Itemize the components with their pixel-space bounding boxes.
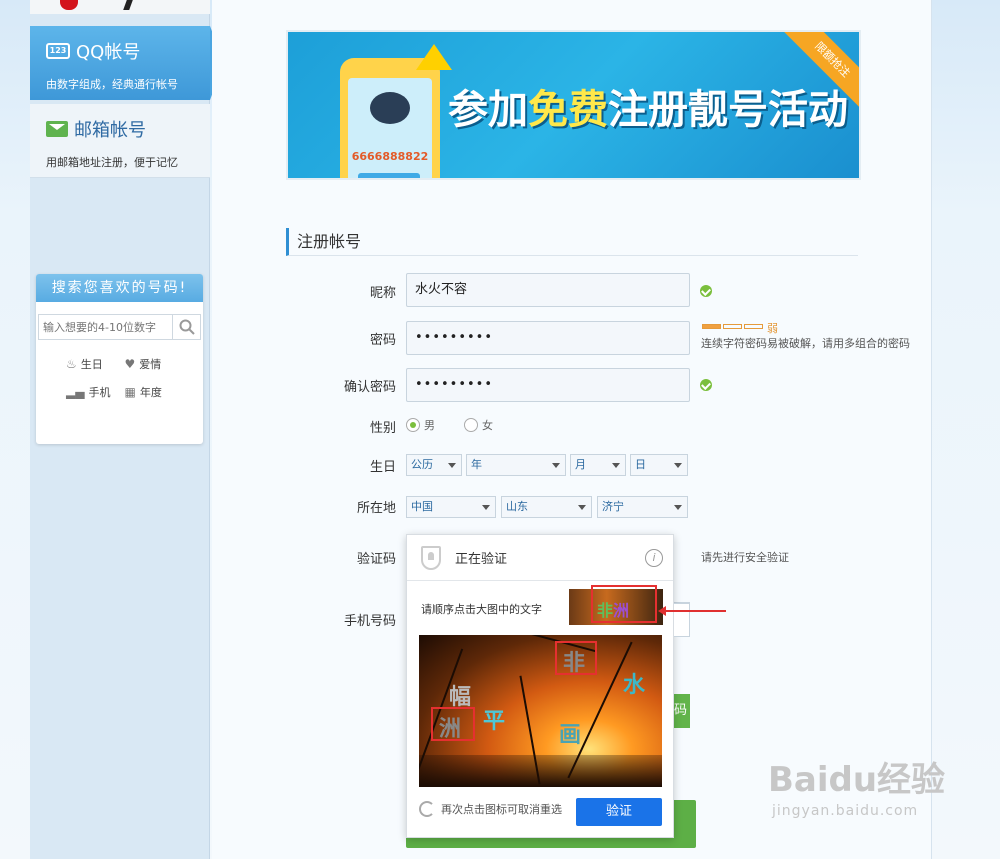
tag-love[interactable]: ♥ 爱情 xyxy=(125,356,184,372)
refresh-icon[interactable] xyxy=(419,801,435,817)
chevron-down-icon xyxy=(578,505,586,510)
chevron-down-icon xyxy=(674,463,682,468)
tag-label: 生日 xyxy=(80,358,103,371)
sidebar-item-subtitle: 用邮箱地址注册，便于记忆 xyxy=(46,156,178,169)
phone-illustration: 6666888822 xyxy=(340,58,440,178)
annotation-arrow xyxy=(658,606,726,616)
signal-icon: ▂▄ xyxy=(66,385,85,399)
nickname-field[interactable]: 水火不容 xyxy=(406,273,690,307)
valid-check-icon xyxy=(700,379,712,391)
chevron-down-icon xyxy=(482,505,490,510)
phone-field-edge xyxy=(674,603,690,637)
country-select[interactable]: 中国 xyxy=(406,496,496,518)
calendar-icon: ▦ xyxy=(124,385,136,399)
baidu-jingyan-watermark: Baidu经验 jingyan.baidu.com xyxy=(768,760,946,819)
number-123-icon: 123 xyxy=(46,43,70,59)
captcha-instruction: 请顺序点击大图中的文字 xyxy=(421,603,542,616)
captcha-label: 验证码 xyxy=(356,552,396,567)
banner-phone-number: 6666888822 xyxy=(351,150,429,163)
captcha-target-thumbnail: 非洲 xyxy=(569,585,663,625)
send-code-button[interactable]: 码 xyxy=(674,694,690,728)
number-search-panel: 搜索您喜欢的号码! ♨ 生日 ♥ 爱情 ▂▄ 手机 xyxy=(36,274,203,444)
tag-phone[interactable]: ▂▄ 手机 xyxy=(66,384,125,400)
location-label: 所在地 xyxy=(356,501,396,516)
confirm-password-field[interactable]: ••••••••• xyxy=(406,368,690,402)
shield-icon xyxy=(421,545,441,570)
captcha-dialog: 正在验证 i 请顺序点击大图中的文字 非洲 幅 洲 平 非 水 画 再次点击图标… xyxy=(406,534,674,838)
radio-unselected-icon xyxy=(464,418,478,432)
tag-label: 爱情 xyxy=(139,358,162,371)
search-button[interactable] xyxy=(172,315,200,339)
sidebar-item-title: 邮箱帐号 xyxy=(74,120,146,141)
captcha-title: 正在验证 xyxy=(455,552,508,567)
password-field[interactable]: ••••••••• xyxy=(406,321,690,355)
captcha-challenge-image[interactable]: 幅 洲 平 非 水 画 xyxy=(419,635,662,787)
tag-year[interactable]: ▦ 年度 xyxy=(125,384,184,400)
captcha-char[interactable]: 平 xyxy=(483,703,505,735)
birth-day-select[interactable]: 日 xyxy=(630,454,688,476)
chevron-down-icon xyxy=(612,463,620,468)
chevron-down-icon xyxy=(674,505,682,510)
sidebar-item-subtitle: 由数字组成，经典通行帐号 xyxy=(46,78,178,91)
selection-box xyxy=(431,707,475,741)
promo-banner[interactable]: 6666888822 参加免费注册靓号活动 限额抢注 xyxy=(286,30,861,180)
left-sidebar: 123 QQ帐号 由数字组成，经典通行帐号 邮箱帐号 用邮箱地址注册，便于记忆 … xyxy=(30,0,224,859)
captcha-char[interactable]: 水 xyxy=(623,667,645,699)
radio-selected-icon xyxy=(406,418,420,432)
verify-button[interactable]: 验证 xyxy=(576,798,662,826)
valid-check-icon xyxy=(700,285,712,297)
gender-radio-male[interactable]: 男 xyxy=(406,417,435,433)
calendar-type-select[interactable]: 公历 xyxy=(406,454,462,476)
banner-headline: 参加免费注册靓号活动 xyxy=(448,87,848,133)
birth-month-select[interactable]: 月 xyxy=(570,454,626,476)
password-strength-label: 弱 xyxy=(767,322,778,335)
info-icon[interactable]: i xyxy=(645,549,663,567)
logo-mark-black xyxy=(123,0,133,10)
search-panel-title: 搜索您喜欢的号码! xyxy=(36,274,203,302)
crown-icon xyxy=(416,44,452,70)
nickname-label: 昵称 xyxy=(369,286,396,301)
password-strength-meter xyxy=(702,324,763,329)
envelope-icon xyxy=(46,121,68,137)
number-search-input[interactable] xyxy=(39,315,172,339)
selection-box xyxy=(555,641,597,675)
cake-icon: ♨ xyxy=(66,357,77,371)
phone-label: 手机号码 xyxy=(343,614,396,629)
chevron-down-icon xyxy=(448,463,456,468)
province-select[interactable]: 山东 xyxy=(501,496,592,518)
captcha-char[interactable]: 画 xyxy=(559,717,581,749)
sidebar-item-title: QQ帐号 xyxy=(76,42,141,63)
tag-label: 手机 xyxy=(88,386,111,399)
logo-strip xyxy=(30,0,210,14)
captcha-hint: 请先进行安全验证 xyxy=(701,551,789,564)
section-title: 注册帐号 xyxy=(286,228,858,256)
gender-label: 性别 xyxy=(369,421,396,436)
city-select[interactable]: 济宁 xyxy=(597,496,688,518)
birth-year-select[interactable]: 年 xyxy=(466,454,566,476)
chevron-down-icon xyxy=(552,463,560,468)
password-label: 密码 xyxy=(369,333,396,348)
sidebar-item-email-account[interactable]: 邮箱帐号 用邮箱地址注册，便于记忆 xyxy=(30,104,210,178)
search-icon xyxy=(179,319,195,335)
gender-radio-female[interactable]: 女 xyxy=(464,417,493,433)
password-hint: 连续字符密码易被破解，请用多组合的密码 xyxy=(701,337,910,350)
sidebar-item-qq-account[interactable]: 123 QQ帐号 由数字组成，经典通行帐号 xyxy=(30,26,224,100)
heart-icon: ♥ xyxy=(124,357,136,371)
birthday-label: 生日 xyxy=(369,460,396,475)
tag-label: 年度 xyxy=(139,386,162,399)
confirm-password-label: 确认密码 xyxy=(343,380,396,395)
penguin-icon xyxy=(370,92,410,124)
captcha-footer-hint: 再次点击图标可取消重选 xyxy=(441,803,562,816)
tag-birthday[interactable]: ♨ 生日 xyxy=(66,356,125,372)
logo-mark-red xyxy=(60,0,78,10)
